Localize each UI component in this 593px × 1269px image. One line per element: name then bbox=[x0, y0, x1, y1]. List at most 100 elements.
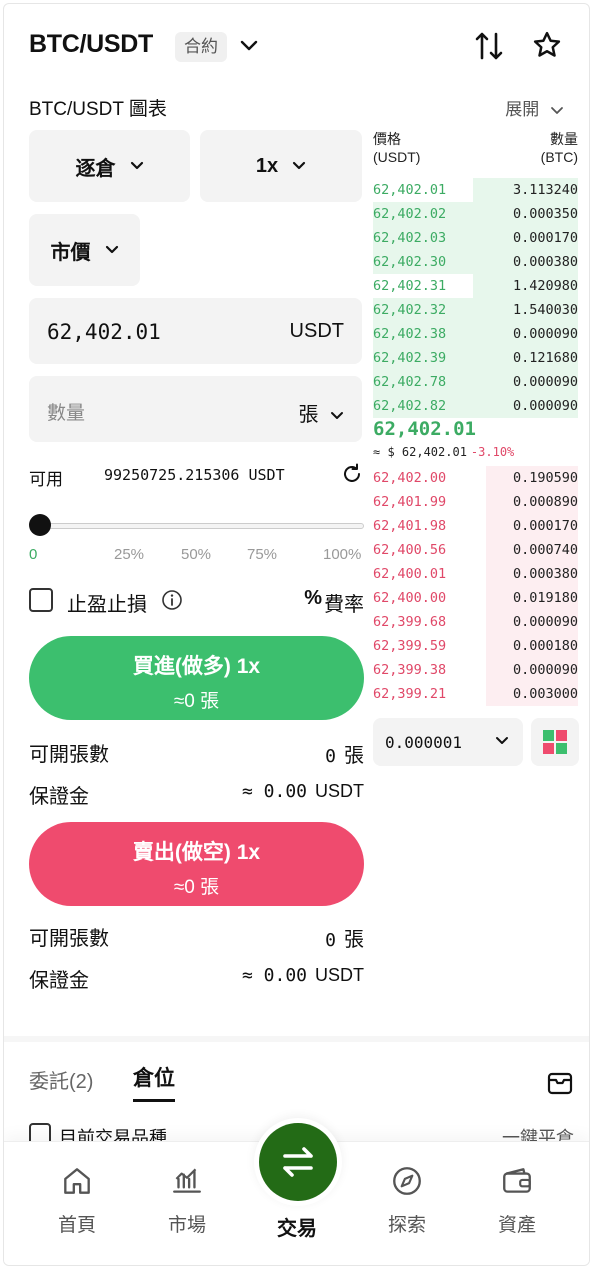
slider-tick[interactable]: 75% bbox=[247, 546, 277, 563]
expand-chart-button[interactable]: 展開 bbox=[505, 95, 564, 120]
expand-label: 展開 bbox=[505, 100, 540, 119]
bid-row[interactable]: 62,402.00 0.190590 bbox=[373, 466, 578, 490]
wallet-icon bbox=[503, 1168, 531, 1193]
ask-row[interactable]: 62,402.78 0.000090 bbox=[373, 370, 578, 394]
ask-row[interactable]: 62,402.31 1.420980 bbox=[373, 274, 578, 298]
nav-trade-label[interactable]: 交易 bbox=[257, 1212, 337, 1241]
ask-row[interactable]: 62,402.38 0.000090 bbox=[373, 322, 578, 346]
bid-row[interactable]: 62,401.99 0.000890 bbox=[373, 490, 578, 514]
ask-row[interactable]: 62,402.03 0.000170 bbox=[373, 226, 578, 250]
bid-qty: 0.000890 bbox=[512, 494, 578, 510]
tab-underline bbox=[133, 1099, 175, 1102]
nav-explore-label: 探索 bbox=[387, 1215, 426, 1236]
info-unit: USDT bbox=[315, 965, 364, 985]
pair-title[interactable]: BTC/USDT bbox=[29, 30, 153, 59]
chevron-down-icon bbox=[331, 411, 343, 419]
ask-row[interactable]: 62,402.82 0.000090 bbox=[373, 394, 578, 418]
price-header-unit: (USDT) bbox=[373, 149, 421, 165]
info-icon[interactable] bbox=[161, 589, 183, 611]
bid-row[interactable]: 62,399.59 0.000180 bbox=[373, 634, 578, 658]
refresh-icon[interactable] bbox=[340, 462, 364, 486]
qty-header-unit: (BTC) bbox=[540, 149, 578, 165]
slider-handle[interactable] bbox=[29, 514, 51, 536]
slider-tick[interactable]: 100% bbox=[323, 546, 361, 563]
nav-trade[interactable] bbox=[254, 1118, 342, 1206]
quantity-unit-select[interactable]: 張 bbox=[298, 398, 344, 427]
margin-mode-select[interactable]: 逐倉 bbox=[29, 130, 190, 202]
buy-margin-row: 保證金 ≈ 0.00 USDT bbox=[29, 778, 364, 808]
sell-margin-row: 保證金 ≈ 0.00 USDT bbox=[29, 962, 364, 992]
bid-qty: 0.019180 bbox=[512, 590, 578, 606]
bid-price: 62,399.21 bbox=[373, 686, 447, 702]
ask-row[interactable]: 62,402.39 0.121680 bbox=[373, 346, 578, 370]
chevron-down-icon bbox=[105, 245, 118, 254]
ask-qty: 0.000090 bbox=[512, 374, 578, 390]
bid-row[interactable]: 62,400.00 0.019180 bbox=[373, 586, 578, 610]
ask-row[interactable]: 62,402.30 0.000380 bbox=[373, 250, 578, 274]
sell-open-qty-row: 可開張數 0張 bbox=[29, 920, 364, 951]
star-icon[interactable] bbox=[532, 30, 562, 60]
slider-tick[interactable]: 0 bbox=[29, 546, 37, 563]
precision-select[interactable]: 0.000001 bbox=[373, 718, 523, 766]
quantity-field[interactable]: 數量 張 bbox=[29, 376, 362, 442]
ask-row[interactable]: 62,402.32 1.540030 bbox=[373, 298, 578, 322]
last-usd: ≈ $ 62,402.01 bbox=[373, 445, 467, 459]
bid-qty: 0.000180 bbox=[512, 638, 578, 654]
leverage-select[interactable]: 1x bbox=[200, 130, 362, 202]
header: BTC/USDT 合約 bbox=[4, 4, 589, 88]
bid-row[interactable]: 62,399.21 0.003000 bbox=[373, 682, 578, 706]
tpsl-checkbox[interactable] bbox=[29, 588, 53, 612]
nav-assets[interactable]: 資產 bbox=[477, 1164, 557, 1237]
price-change: -3.10% bbox=[470, 445, 515, 459]
tab-positions[interactable]: 倉位 bbox=[133, 1062, 175, 1092]
ask-row[interactable]: 62,402.02 0.000350 bbox=[373, 202, 578, 226]
ask-qty: 3.113240 bbox=[512, 182, 578, 198]
nav-explore[interactable]: 探索 bbox=[367, 1164, 447, 1237]
info-key: 可開張數 bbox=[29, 744, 109, 766]
chevron-down-icon[interactable] bbox=[240, 40, 258, 52]
quantity-unit: 張 bbox=[298, 404, 319, 426]
nav-home[interactable]: 首頁 bbox=[37, 1164, 117, 1237]
buy-sub: ≈0 張 bbox=[173, 691, 220, 712]
bid-price: 62,400.01 bbox=[373, 566, 447, 582]
chevron-down-icon bbox=[130, 161, 143, 170]
slider-tick[interactable]: 50% bbox=[181, 546, 211, 563]
tab-orders[interactable]: 委託(2) bbox=[29, 1065, 93, 1094]
ask-qty: 0.000350 bbox=[512, 206, 578, 222]
adjust-sort-icon[interactable] bbox=[474, 30, 504, 62]
bid-row[interactable]: 62,399.38 0.000090 bbox=[373, 658, 578, 682]
bid-row[interactable]: 62,401.98 0.000170 bbox=[373, 514, 578, 538]
history-box-icon[interactable] bbox=[546, 1069, 574, 1097]
sell-short-button[interactable]: 賣出(做空) 1x ≈0 張 bbox=[29, 822, 364, 906]
amount-slider[interactable] bbox=[29, 510, 364, 540]
info-value: ≈ 0.00 bbox=[241, 781, 307, 802]
orderbook-layout-button[interactable] bbox=[531, 718, 579, 766]
bid-price: 62,399.68 bbox=[373, 614, 447, 630]
ask-price: 62,402.39 bbox=[373, 350, 447, 366]
order-type-select[interactable]: 市價 bbox=[29, 214, 140, 286]
ask-qty: 0.000090 bbox=[512, 326, 578, 342]
available-label: 可用 bbox=[29, 470, 63, 489]
slider-track[interactable] bbox=[37, 523, 364, 529]
last-price-sub: ≈ $ 62,402.01 -3.10% bbox=[373, 445, 514, 459]
compass-icon bbox=[393, 1167, 421, 1195]
bid-qty: 0.000740 bbox=[512, 542, 578, 558]
bid-row[interactable]: 62,399.68 0.000090 bbox=[373, 610, 578, 634]
bid-row[interactable]: 62,400.01 0.000380 bbox=[373, 562, 578, 586]
ask-price: 62,402.82 bbox=[373, 398, 447, 414]
bid-row[interactable]: 62,400.56 0.000740 bbox=[373, 538, 578, 562]
info-key: 保證金 bbox=[29, 970, 89, 992]
ask-price: 62,402.03 bbox=[373, 230, 447, 246]
nav-market[interactable]: 市場 bbox=[147, 1164, 227, 1237]
trade-circle bbox=[259, 1123, 337, 1201]
section-divider bbox=[4, 1036, 589, 1042]
price-field[interactable]: 62,402.01 USDT bbox=[29, 298, 362, 364]
ask-row[interactable]: 62,402.01 3.113240 bbox=[373, 178, 578, 202]
fee-rate-link[interactable]: 費率 bbox=[324, 588, 364, 617]
info-unit: 張 bbox=[344, 745, 364, 767]
slider-tick[interactable]: 25% bbox=[114, 546, 144, 563]
tpsl-label[interactable]: 止盈止損 bbox=[67, 588, 147, 617]
ask-qty: 1.540030 bbox=[512, 302, 578, 318]
buy-long-button[interactable]: 買進(做多) 1x ≈0 張 bbox=[29, 636, 364, 720]
last-price[interactable]: 62,402.01 bbox=[373, 418, 476, 440]
